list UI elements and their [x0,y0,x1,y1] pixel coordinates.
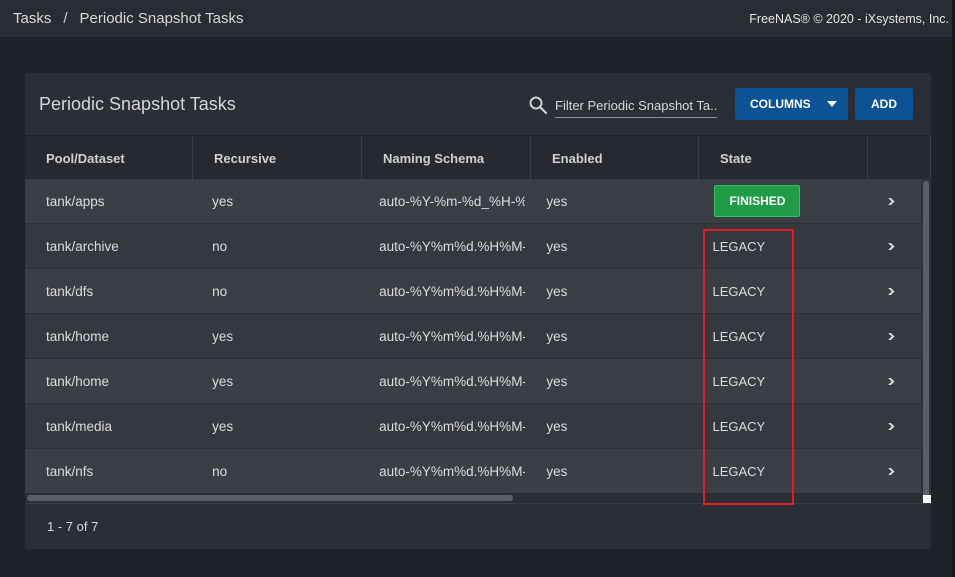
cell-enabled: yes [546,463,568,479]
cell-enabled: yes [546,193,568,209]
vertical-scrollbar[interactable] [921,179,931,503]
cell-state: LEGACY [712,328,766,344]
table-row[interactable]: tank/home yes auto-%Y%m%d.%H%M-1 yes LEG… [25,314,921,359]
chevron-right-icon [884,242,894,250]
columns-button[interactable]: COLUMNS [735,88,848,120]
cell-recursive: no [212,238,228,254]
cell-dataset: tank/dfs [46,283,94,299]
table-footer: 1 - 7 of 7 [25,503,931,549]
cell-state: LEGACY [712,283,766,299]
cell-recursive: no [212,283,228,299]
table-row[interactable]: tank/home yes auto-%Y%m%d.%H%M-5 yes LEG… [25,359,921,404]
cell-enabled: yes [546,238,568,254]
table-row[interactable]: tank/dfs no auto-%Y%m%d.%H%M-2 yes LEGAC… [25,269,921,314]
breadcrumb-separator: / [63,10,68,27]
top-bar: Tasks / Periodic Snapshot Tasks FreeNAS®… [0,0,955,38]
expand-row-button[interactable] [859,332,921,340]
add-button[interactable]: ADD [855,88,913,120]
table-body: tank/apps yes auto-%Y-%m-%d_%H-%M yes FI… [25,179,921,494]
caret-down-icon [827,101,837,107]
pagination-range: 1 - 7 of 7 [47,519,99,534]
chevron-right-icon [884,287,894,295]
cell-dataset: tank/archive [46,238,119,254]
page-title: Periodic Snapshot Tasks [39,94,236,114]
cell-naming-schema: auto-%Y%m%d.%H%M-2 [379,238,526,254]
horizontal-scrollbar[interactable] [25,493,921,503]
column-header-dataset[interactable]: Pool/Dataset [25,136,193,180]
column-header-state[interactable]: State [699,136,868,180]
expand-row-button[interactable] [859,242,921,250]
cell-naming-schema: auto-%Y%m%d.%H%M-1 [379,328,526,344]
table-row[interactable]: tank/archive no auto-%Y%m%d.%H%M-2 yes L… [25,224,921,269]
snapshot-tasks-card: Periodic Snapshot Tasks COLUMNS ADD Pool… [25,73,931,549]
table-row[interactable]: tank/apps yes auto-%Y-%m-%d_%H-%M yes FI… [25,179,921,224]
cell-naming-schema: auto-%Y%m%d.%H%M-5 [379,418,526,434]
horizontal-scroll-thumb[interactable] [27,495,513,501]
chevron-right-icon [884,422,894,430]
column-header-recursive[interactable]: Recursive [193,136,362,180]
cell-state: LEGACY [712,463,766,479]
table-row[interactable]: tank/nfs no auto-%Y%m%d.%H%M-2 yes LEGAC… [25,449,921,494]
vertical-scroll-thumb[interactable] [923,181,929,499]
column-header-naming-schema[interactable]: Naming Schema [362,136,531,180]
cell-dataset: tank/media [46,418,113,434]
cell-recursive: no [212,463,228,479]
cell-recursive: yes [212,328,234,344]
cell-dataset: tank/home [46,373,110,389]
cell-recursive: yes [212,418,234,434]
scrollbar-corner [923,495,931,503]
cell-enabled: yes [546,283,568,299]
cell-dataset: tank/apps [46,193,105,209]
columns-button-label: COLUMNS [750,97,811,111]
cell-naming-schema: auto-%Y%m%d.%H%M-2 [379,463,526,479]
cell-enabled: yes [546,418,568,434]
state-finished-button[interactable]: FINISHED [714,185,801,217]
cell-state: LEGACY [712,418,766,434]
expand-row-button[interactable] [859,197,921,205]
expand-row-button[interactable] [859,377,921,385]
copyright-text: FreeNAS® © 2020 - iXsystems, Inc. [749,11,949,26]
chevron-right-icon [884,332,894,340]
expand-row-button[interactable] [859,287,921,295]
cell-dataset: tank/nfs [46,463,94,479]
cell-state: FINISHED [691,185,858,217]
table-header: Pool/Dataset Recursive Naming Schema Ena… [25,135,931,180]
chevron-right-icon [884,197,894,205]
chevron-right-icon [884,377,894,385]
cell-naming-schema: auto-%Y%m%d.%H%M-5 [379,373,526,389]
search-icon [529,96,548,115]
column-header-enabled[interactable]: Enabled [531,136,699,180]
chevron-right-icon [884,467,894,475]
cell-recursive: yes [212,373,234,389]
expand-row-button[interactable] [859,422,921,430]
cell-naming-schema: auto-%Y%m%d.%H%M-2 [379,283,526,299]
expand-row-button[interactable] [859,467,921,475]
cell-enabled: yes [546,373,568,389]
cell-naming-schema: auto-%Y-%m-%d_%H-%M [379,193,526,209]
cell-recursive: yes [212,193,234,209]
cell-enabled: yes [546,328,568,344]
card-header: Periodic Snapshot Tasks COLUMNS ADD [25,73,931,135]
filter-input[interactable] [555,93,717,118]
column-header-actions [868,136,931,180]
cell-state: LEGACY [712,373,766,389]
breadcrumb-current: Periodic Snapshot Tasks [79,10,244,27]
table-row[interactable]: tank/media yes auto-%Y%m%d.%H%M-5 yes LE… [25,404,921,449]
cell-state: LEGACY [712,238,766,254]
cell-dataset: tank/home [46,328,110,344]
breadcrumb: Tasks / Periodic Snapshot Tasks [13,10,244,27]
breadcrumb-tasks[interactable]: Tasks [13,10,51,27]
tasks-table: Pool/Dataset Recursive Naming Schema Ena… [25,135,931,503]
